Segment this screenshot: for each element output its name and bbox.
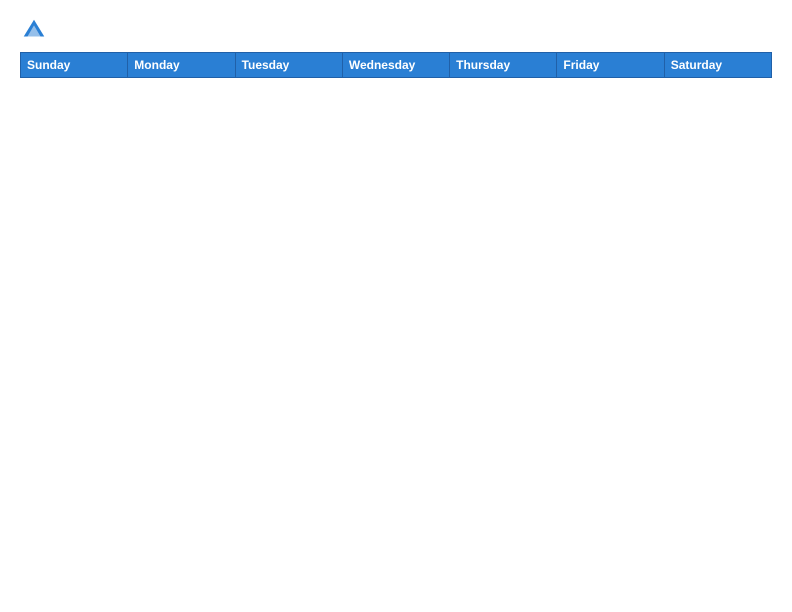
- day-of-week-header: Friday: [557, 53, 664, 78]
- calendar-header-row: SundayMondayTuesdayWednesdayThursdayFrid…: [21, 53, 772, 78]
- logo: [20, 16, 52, 44]
- header: [20, 16, 772, 44]
- calendar-table: SundayMondayTuesdayWednesdayThursdayFrid…: [20, 52, 772, 598]
- logo-icon: [20, 16, 48, 44]
- day-of-week-header: Tuesday: [235, 53, 342, 78]
- day-of-week-header: Saturday: [664, 53, 771, 78]
- day-of-week-header: Wednesday: [342, 53, 449, 78]
- day-of-week-header: Thursday: [450, 53, 557, 78]
- day-of-week-header: Sunday: [21, 53, 128, 78]
- page: SundayMondayTuesdayWednesdayThursdayFrid…: [0, 0, 792, 612]
- day-of-week-header: Monday: [128, 53, 235, 78]
